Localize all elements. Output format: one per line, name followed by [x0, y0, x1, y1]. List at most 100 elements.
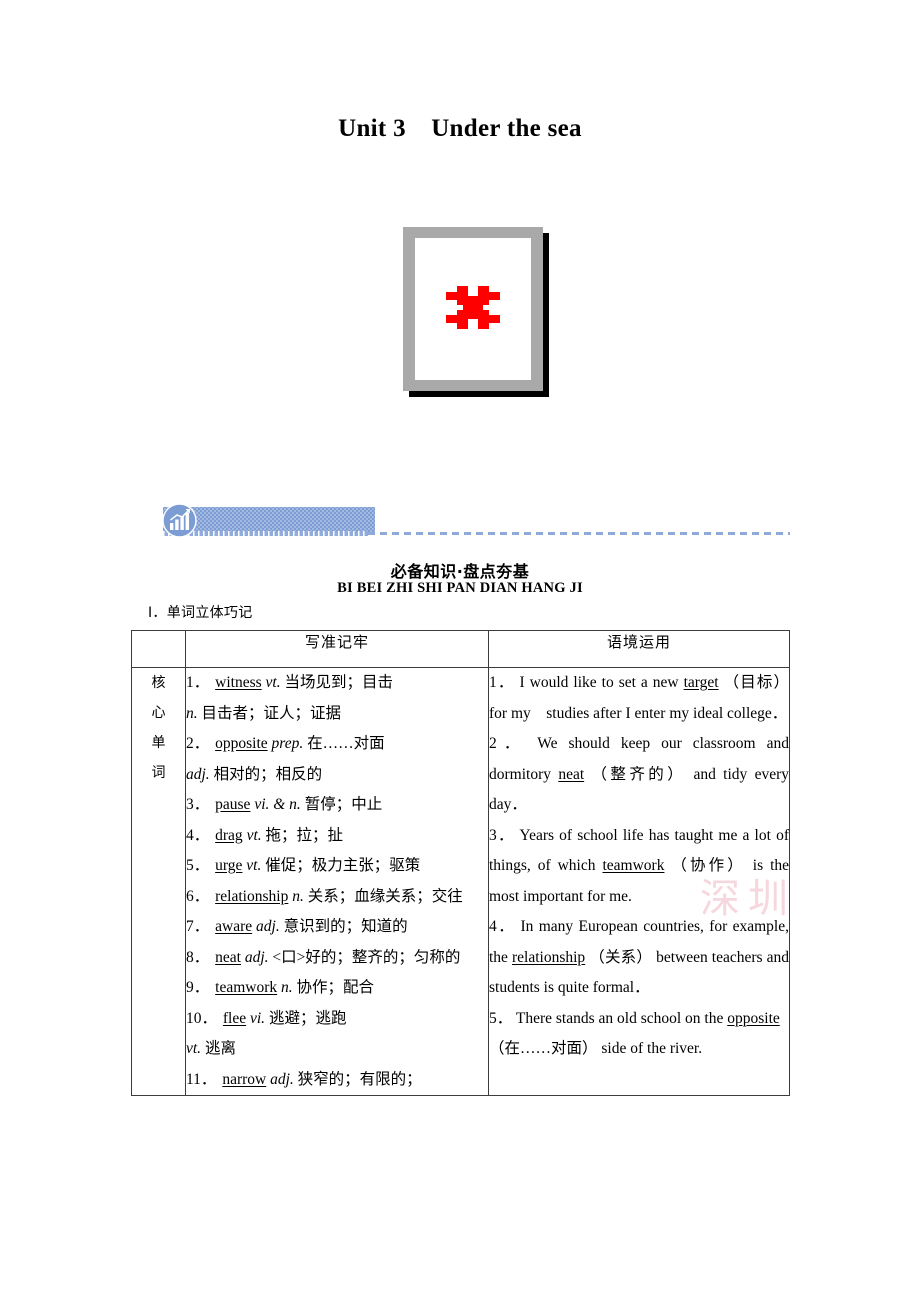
word-entry-extra: adj. 相对的；相反的 [186, 760, 488, 791]
sentence-answer: opposite [727, 1009, 780, 1027]
word-list-cell: 1． witness vt. 当场见到；目击 n. 目击者；证人；证据 2． o… [185, 667, 489, 1096]
row-tag-char: 单 [151, 735, 166, 751]
context-sentence: 2． We should keep our classroom and dorm… [489, 729, 789, 821]
word-meaning: 在……对面 [307, 735, 385, 752]
word-entry: 7． aware adj. 意识到的；知道的 [186, 912, 488, 943]
word-pos-extra: vt. [186, 1040, 202, 1057]
sentence-gloss: （协作） [671, 857, 746, 874]
word-answer: narrow [222, 1070, 267, 1088]
word-entry: 6． relationship n. 关系；血缘关系；交往 [186, 882, 488, 913]
word-pos: n. [281, 979, 293, 996]
section-banner [162, 502, 790, 540]
word-number: 11． [186, 1070, 217, 1088]
subsection-label: Ⅰ．单词立体巧记 [148, 605, 253, 621]
word-pos-extra: adj. [186, 765, 210, 783]
word-answer: drag [215, 826, 243, 844]
sentence-number: 2． [489, 735, 527, 752]
context-sentence: 5． There stands an old school on the opp… [489, 1004, 789, 1065]
sentence-number: 3． [489, 826, 515, 844]
word-number: 4． [186, 826, 210, 844]
sentence-number: 4． [489, 918, 516, 935]
context-sentence: 3． Years of school life has taught me a … [489, 821, 789, 913]
word-number: 3． [186, 796, 210, 813]
sentence-answer: teamwork [602, 857, 665, 874]
word-answer: neat [215, 948, 241, 966]
sentence-after: side of the river. [601, 1040, 703, 1057]
word-number: 10． [186, 1009, 218, 1027]
word-entry-extra: n. 目击者；证人；证据 [186, 699, 488, 730]
word-entry: 8． neat adj. <口>好的；整齐的；匀称的 [186, 943, 488, 974]
vocabulary-table: 写准记牢 语境运用 核 心 单 词 1． witness vt. 当场见到；目击 [131, 630, 790, 1096]
word-number: 6． [186, 887, 210, 905]
section-heading-pinyin: BI BEI ZHI SHI PAN DIAN HANG JI [337, 580, 583, 596]
word-entry: 11． narrow adj. 狭窄的；有限的； [186, 1065, 488, 1096]
bar-chart-growth-icon [162, 503, 197, 538]
sentence-after: for my studies after I enter my ideal co… [489, 704, 788, 722]
word-entry: 3． pause vi. & n. 暂停；中止 [186, 790, 488, 821]
word-entry-extra: vt. 逃离 [186, 1034, 488, 1065]
section-heading-cn: 必备知识·盘点夯基 [390, 562, 530, 581]
word-answer: pause [215, 796, 251, 813]
word-meaning: <口>好的；整齐的；匀称的 [272, 948, 461, 966]
word-entry: 4． drag vt. 拖；拉；扯 [186, 821, 488, 852]
word-pos: vt. [265, 674, 281, 691]
word-meaning-extra: 目击者；证人；证据 [201, 704, 342, 722]
word-pos: adj. [270, 1070, 294, 1088]
sentence-gloss: （在……对面） [489, 1040, 598, 1057]
sentence-before: There stands an old school on the [515, 1009, 728, 1027]
sentence-list-cell: 1． I would like to set a new target （目标）… [488, 667, 790, 1096]
sentence-gloss: （关系） [589, 948, 653, 966]
word-meaning: 拖；拉；扯 [265, 826, 344, 844]
word-number: 8． [186, 948, 210, 966]
broken-image-icon [446, 286, 500, 329]
word-answer: urge [215, 857, 243, 874]
word-pos: n. [292, 887, 304, 905]
sentence-answer: relationship [512, 948, 586, 966]
row-tag-char: 词 [151, 765, 166, 781]
word-number: 7． [186, 918, 210, 935]
page-title: Unit 3 Under the sea [338, 115, 582, 142]
word-meaning: 狭窄的；有限的； [297, 1070, 422, 1088]
word-entry: 2． opposite prep. 在……对面 [186, 729, 488, 760]
word-number: 2． [186, 735, 210, 752]
row-tag-char: 心 [151, 705, 166, 721]
sentence-gloss: （整齐的） [591, 765, 687, 783]
sentence-gloss: （目标） [723, 674, 789, 691]
word-answer: aware [215, 918, 253, 935]
placeholder-frame [403, 227, 543, 391]
column-header-right: 语境运用 [488, 630, 790, 668]
word-answer: opposite [215, 735, 268, 752]
word-answer: flee [222, 1009, 247, 1027]
column-header-left: 写准记牢 [185, 630, 489, 668]
sentence-answer: neat [558, 765, 585, 783]
word-answer: relationship [215, 887, 289, 905]
word-meaning: 协作；配合 [296, 979, 375, 996]
word-pos: adj. [256, 918, 280, 935]
word-meaning: 关系；血缘关系；交往 [307, 887, 463, 905]
banner-dashed-rule [368, 532, 790, 535]
word-pos: vi. [250, 1009, 266, 1027]
context-sentence: 4． In many European countries, for examp… [489, 912, 789, 1004]
word-number: 5． [186, 857, 210, 874]
table-row: 核 心 单 词 1． witness vt. 当场见到；目击 n. 目击者；证人… [131, 667, 790, 1096]
word-pos: adj. [244, 948, 269, 966]
sentence-number: 5． [489, 1009, 513, 1027]
placeholder-inner [415, 238, 531, 380]
word-entry: 1． witness vt. 当场见到；目击 [186, 668, 488, 699]
word-entry: 5． urge vt. 催促；极力主张；驱策 [186, 851, 488, 882]
word-pos: vt. [246, 857, 262, 874]
word-meaning: 催促；极力主张；驱策 [265, 857, 421, 874]
word-entry: 10． flee vi. 逃避；逃跑 [186, 1004, 488, 1035]
word-meaning: 暂停；中止 [304, 796, 383, 813]
column-header-tag [131, 630, 186, 668]
word-pos: vt. [246, 826, 262, 844]
word-meaning: 意识到的；知道的 [283, 918, 408, 935]
word-answer: teamwork [215, 979, 278, 996]
word-number: 1． [186, 674, 210, 691]
word-meaning: 逃避；逃跑 [268, 1009, 347, 1027]
row-tag-core-words: 核 心 单 词 [131, 667, 186, 1096]
sentence-answer: target [683, 674, 719, 691]
word-entry: 9． teamwork n. 协作；配合 [186, 973, 488, 1004]
word-pos: vi. & n. [254, 796, 301, 813]
word-pos: prep. [271, 735, 304, 752]
